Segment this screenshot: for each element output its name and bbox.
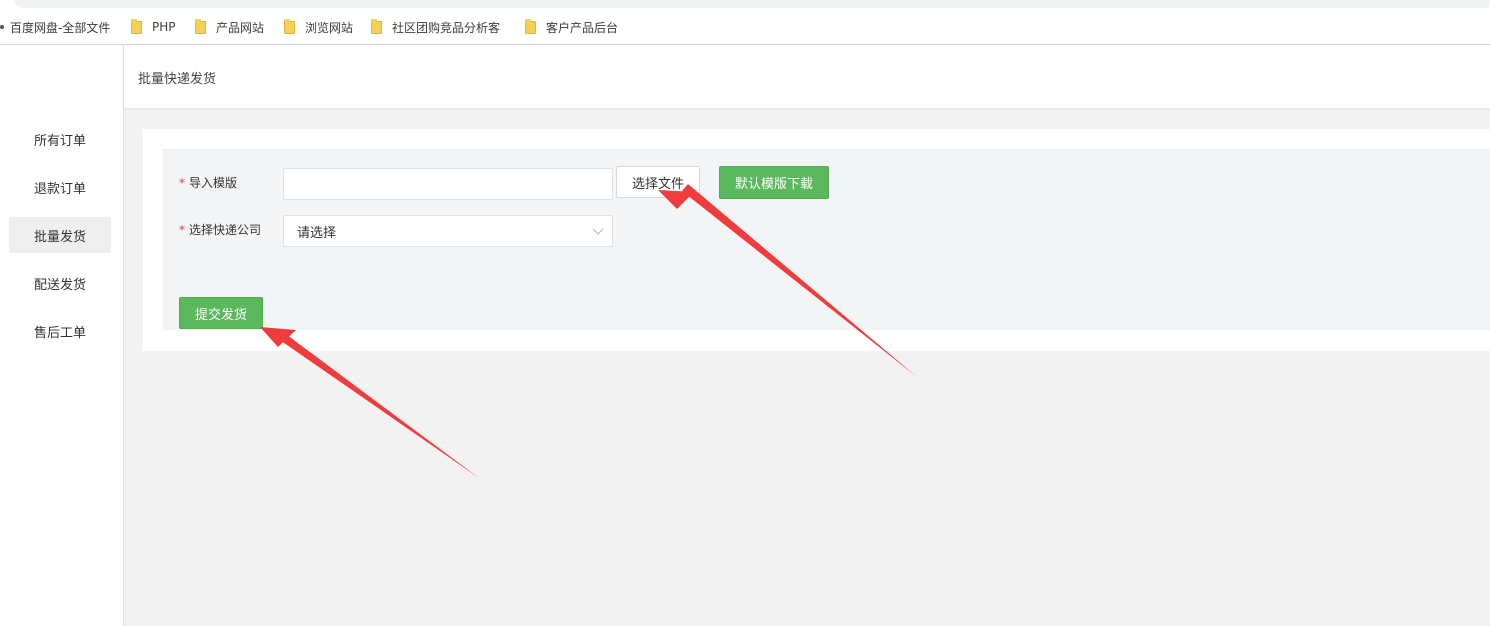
bookmark-baidu-pan[interactable]: 百度网盘-全部文件 [0, 18, 110, 36]
courier-label: * 选择快递公司 [179, 221, 261, 238]
import-template-label: * 导入模版 [179, 174, 237, 191]
bookmark-group-buy-analysis[interactable]: 社区团购竞品分析客 [371, 18, 506, 36]
sidebar-item-label: 批量发货 [33, 229, 86, 245]
courier-select[interactable]: 请选择 [283, 215, 613, 247]
file-path-input[interactable] [283, 168, 613, 200]
bookmark-client-admin[interactable]: 客户产品后台 [525, 18, 618, 36]
bookmark-browse-sites[interactable]: 浏览网站 [284, 18, 353, 36]
bookmark-label: 产品网站 [216, 20, 265, 35]
sidebar-item-label: 退款订单 [33, 181, 86, 197]
sidebar-item-batch-ship[interactable]: 批量发货 [9, 217, 111, 253]
batch-ship-card: * 导入模版 选择文件 默认模版下载 * 选择快递公司 请选择 提交发货 [143, 129, 1490, 351]
bookmark-product-sites[interactable]: 产品网站 [195, 18, 264, 36]
sidebar-item-delivery-ship[interactable]: 配送发货 [9, 265, 111, 301]
bookmark-label: 百度网盘-全部文件 [10, 20, 111, 35]
sidebar-item-label: 所有订单 [33, 133, 86, 149]
bookmark-label: 客户产品后台 [546, 20, 619, 35]
folder-icon [525, 18, 536, 34]
bookmark-label: PHP [152, 20, 176, 34]
chevron-down-icon [592, 228, 604, 235]
address-bar-strip [0, 0, 1490, 10]
folder-icon [284, 18, 295, 34]
submit-shipment-button[interactable]: 提交发货 [179, 297, 263, 329]
sidebar-item-label: 配送发货 [33, 277, 86, 293]
courier-select-value: 请选择 [297, 225, 337, 241]
sidebar-item-refund-orders[interactable]: 退款订单 [9, 169, 111, 205]
folder-icon [131, 18, 142, 34]
address-bar[interactable] [14, 0, 1490, 8]
page-header: 批量快递发货 [124, 45, 1490, 108]
required-mark: * [179, 223, 185, 237]
download-template-button[interactable]: 默认模版下载 [719, 166, 829, 199]
bullet-icon [0, 25, 4, 29]
bookmark-php[interactable]: PHP [131, 18, 176, 36]
sidebar-item-after-sales[interactable]: 售后工单 [9, 313, 111, 349]
page-title: 批量快递发货 [138, 72, 217, 87]
sidebar-item-all-orders[interactable]: 所有订单 [9, 121, 111, 157]
folder-icon [195, 18, 206, 34]
sidebar-item-label: 售后工单 [33, 325, 86, 341]
bookmark-label: 社区团购竞品分析客 [392, 20, 501, 35]
sidebar: 所有订单 退款订单 批量发货 配送发货 售后工单 [0, 45, 124, 626]
courier-label-text: 选择快递公司 [189, 223, 262, 237]
choose-file-button[interactable]: 选择文件 [616, 166, 700, 198]
required-mark: * [179, 176, 185, 190]
folder-icon [371, 18, 382, 34]
batch-ship-form: * 导入模版 选择文件 默认模版下载 * 选择快递公司 请选择 提交发货 [163, 149, 1490, 330]
bookmark-label: 浏览网站 [305, 20, 354, 35]
import-template-text: 导入模版 [189, 176, 238, 190]
main-content: 批量快递发货 * 导入模版 选择文件 默认模版下载 * 选择快递公司 请选择 提交发… [124, 45, 1490, 626]
bookmarks-bar: 百度网盘-全部文件 PHP 产品网站 浏览网站 社区团购竞品分析客 客户产品后台 [0, 10, 1490, 45]
